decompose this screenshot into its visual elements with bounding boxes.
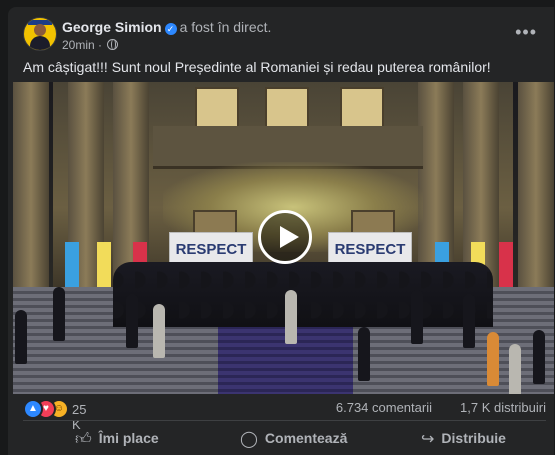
share-arrow-icon: ↪ bbox=[421, 431, 435, 448]
post-text: Am câștigat!!! Sunt noul Președinte al R… bbox=[23, 59, 491, 75]
crowd bbox=[113, 262, 493, 327]
post-stats: ▲ ♥ ☺ 25 K 6.734 comentarii 1,7 K distri… bbox=[23, 397, 546, 432]
post-timestamp[interactable]: 20min bbox=[62, 38, 95, 52]
globe-icon[interactable] bbox=[107, 39, 119, 50]
like-button[interactable]: 👍︎ Îmi place bbox=[75, 423, 159, 453]
video-player[interactable]: RESPECT RESPECT bbox=[13, 82, 554, 394]
author-avatar[interactable] bbox=[23, 17, 57, 51]
author-line: George Simion ✓ a fost în direct. bbox=[62, 19, 271, 35]
author-name[interactable]: George Simion bbox=[62, 19, 162, 35]
post-header: George Simion ✓ a fost în direct. 20min · … bbox=[23, 17, 554, 57]
verified-badge-icon: ✓ bbox=[164, 23, 177, 35]
more-options-icon[interactable]: ••• bbox=[515, 23, 537, 41]
post-meta: 20min · bbox=[62, 38, 119, 52]
comment-bubble-icon: ◯ bbox=[240, 431, 258, 448]
post-action-text: a fost în direct. bbox=[179, 19, 272, 35]
comments-count[interactable]: 6.734 comentarii bbox=[336, 400, 432, 415]
meta-separator: · bbox=[98, 38, 103, 52]
play-icon[interactable] bbox=[258, 210, 312, 264]
thumbs-up-icon: 👍︎ bbox=[75, 431, 92, 448]
comment-button[interactable]: ◯ Comentează bbox=[240, 423, 347, 453]
like-reaction-icon: ▲ bbox=[23, 399, 43, 419]
post-actions: 👍︎ Îmi place ◯ Comentează ↪ Distribuie bbox=[8, 423, 554, 453]
shares-count[interactable]: 1,7 K distribuiri bbox=[460, 400, 546, 415]
share-button[interactable]: ↪ Distribuie bbox=[421, 423, 506, 453]
divider bbox=[23, 420, 546, 421]
post-card: George Simion ✓ a fost în direct. 20min · … bbox=[8, 7, 554, 455]
